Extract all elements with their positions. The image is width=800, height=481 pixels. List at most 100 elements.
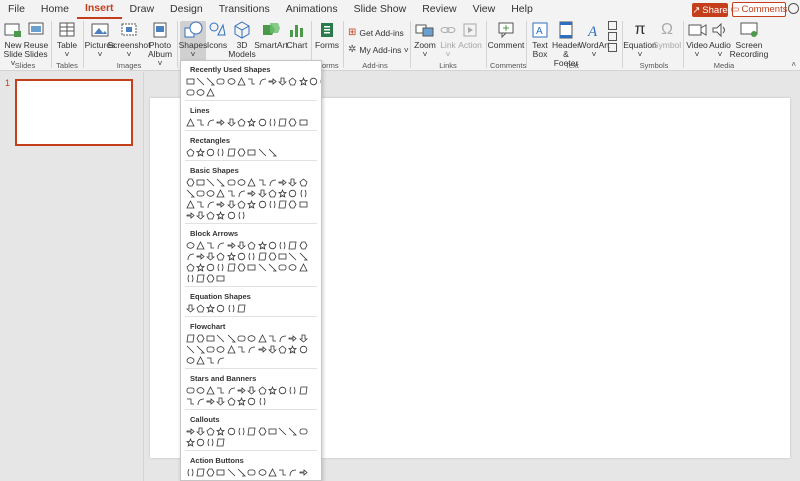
shape-option-icon[interactable] [247,251,257,261]
shape-option-icon[interactable] [236,177,246,187]
shape-option-icon[interactable] [288,426,298,436]
shape-option-icon[interactable] [195,437,205,447]
shape-option-icon[interactable] [236,303,246,313]
tab-home[interactable]: Home [33,0,77,19]
shape-option-icon[interactable] [247,467,257,477]
shape-option-icon[interactable] [278,333,288,343]
chart-button[interactable]: Chart [286,21,308,50]
shape-option-icon[interactable] [298,188,308,198]
shape-option-icon[interactable] [247,262,257,272]
shape-option-icon[interactable] [298,344,308,354]
shape-option-icon[interactable] [236,467,246,477]
shape-option-icon[interactable] [247,199,257,209]
shape-option-icon[interactable] [226,177,236,187]
shape-option-icon[interactable] [257,467,267,477]
shape-option-icon[interactable] [226,262,236,272]
shape-option-icon[interactable] [206,117,216,127]
equation-button[interactable]: π Equation ˅ [623,21,657,59]
shape-option-icon[interactable] [195,262,205,272]
shape-option-icon[interactable] [298,262,308,272]
shape-option-icon[interactable] [226,147,236,157]
screenshot-button[interactable]: Screenshot ˅ [108,21,151,59]
shape-option-icon[interactable] [216,396,226,406]
shape-option-icon[interactable] [226,117,236,127]
shape-option-icon[interactable] [236,188,246,198]
shape-option-icon[interactable] [298,333,308,343]
shape-option-icon[interactable] [247,426,257,436]
shape-option-icon[interactable] [216,385,226,395]
text-box-button[interactable]: A Text Box [530,21,550,59]
shape-option-icon[interactable] [267,76,277,86]
shape-option-icon[interactable] [206,76,216,86]
shape-option-icon[interactable] [206,87,216,97]
shape-option-icon[interactable] [206,199,216,209]
shape-option-icon[interactable] [195,344,205,354]
shape-option-icon[interactable] [185,385,195,395]
shape-option-icon[interactable] [195,273,205,283]
shape-option-icon[interactable] [288,76,298,86]
audio-button[interactable]: Audio ˅ [708,21,732,59]
shape-option-icon[interactable] [195,188,205,198]
shape-option-icon[interactable] [195,117,205,127]
shape-option-icon[interactable] [257,396,267,406]
tab-review[interactable]: Review [414,0,464,19]
shape-option-icon[interactable] [236,426,246,436]
shape-option-icon[interactable] [216,177,226,187]
shape-option-icon[interactable] [206,333,216,343]
shape-option-icon[interactable] [195,303,205,313]
shape-option-icon[interactable] [288,177,298,187]
shape-option-icon[interactable] [257,117,267,127]
shape-option-icon[interactable] [195,251,205,261]
shape-option-icon[interactable] [278,344,288,354]
shape-option-icon[interactable] [288,333,298,343]
shape-option-icon[interactable] [216,199,226,209]
shape-option-icon[interactable] [195,333,205,343]
shape-option-icon[interactable] [226,76,236,86]
shape-option-icon[interactable] [257,199,267,209]
shape-option-icon[interactable] [195,385,205,395]
tab-file[interactable]: File [0,0,33,19]
shape-option-icon[interactable] [236,240,246,250]
shape-option-icon[interactable] [247,76,257,86]
shape-option-icon[interactable] [267,188,277,198]
shape-option-icon[interactable] [195,87,205,97]
shape-option-icon[interactable] [185,355,195,365]
shape-option-icon[interactable] [216,76,226,86]
shape-option-icon[interactable] [267,262,277,272]
shape-option-icon[interactable] [195,199,205,209]
shape-option-icon[interactable] [185,426,195,436]
shape-option-icon[interactable] [185,240,195,250]
tab-transitions[interactable]: Transitions [211,0,278,19]
shape-option-icon[interactable] [288,262,298,272]
shape-option-icon[interactable] [226,199,236,209]
shape-option-icon[interactable] [278,467,288,477]
shape-option-icon[interactable] [195,177,205,187]
shape-option-icon[interactable] [236,199,246,209]
shape-option-icon[interactable] [216,426,226,436]
shape-option-icon[interactable] [236,333,246,343]
shape-option-icon[interactable] [298,199,308,209]
action-button[interactable]: Action [458,21,482,50]
video-button[interactable]: Video ˅ [686,21,708,59]
shape-option-icon[interactable] [298,467,308,477]
shape-option-icon[interactable] [216,147,226,157]
shape-option-icon[interactable] [319,76,321,86]
shape-option-icon[interactable] [236,251,246,261]
shape-option-icon[interactable] [267,117,277,127]
wordart-button[interactable]: A WordArt ˅ [578,21,609,59]
photo-album-button[interactable]: Photo Album ˅ [146,21,174,68]
shape-option-icon[interactable] [216,273,226,283]
shape-option-icon[interactable] [185,147,195,157]
shape-option-icon[interactable] [278,199,288,209]
share-button[interactable]: ↗ Share [692,3,728,17]
shape-option-icon[interactable] [185,273,195,283]
shape-option-icon[interactable] [185,87,195,97]
shape-option-icon[interactable] [288,117,298,127]
shape-option-icon[interactable] [278,262,288,272]
table-button[interactable]: Table ˅ [55,21,79,59]
shape-option-icon[interactable] [288,251,298,261]
shape-option-icon[interactable] [216,240,226,250]
shape-option-icon[interactable] [185,210,195,220]
shape-option-icon[interactable] [288,385,298,395]
shape-option-icon[interactable] [257,385,267,395]
